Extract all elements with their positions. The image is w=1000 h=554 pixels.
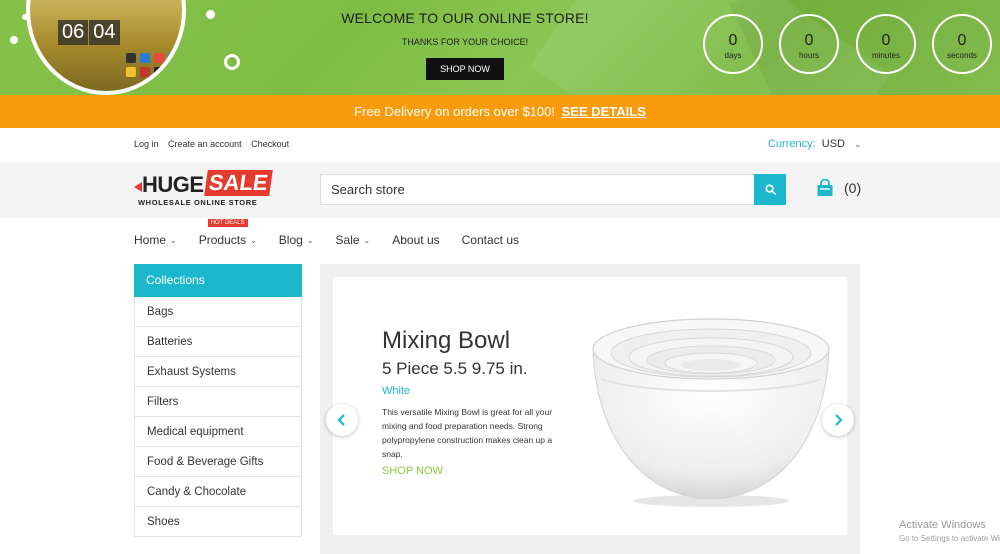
countdown-minutes: 0 minutes <box>856 14 916 74</box>
promo-subtitle: THANKS FOR YOUR CHOICE! <box>401 37 529 47</box>
nav-item-about[interactable]: About us <box>392 233 439 247</box>
checkout-link[interactable]: Checkout <box>251 139 289 149</box>
app-icon <box>168 67 178 77</box>
countdown-hours: 0 hours <box>779 14 839 74</box>
slider-prev-button[interactable] <box>326 404 358 436</box>
collection-item-candy-chocolate[interactable]: Candy & Chocolate <box>135 477 301 507</box>
nav-item-products[interactable]: HOT DEALS Products ⌄ <box>198 219 257 247</box>
delivery-bar: Free Delivery on orders over $100! SEE D… <box>0 95 1000 128</box>
app-icon <box>140 67 150 77</box>
promo-shop-now-button[interactable]: SHOP NOW <box>426 58 504 80</box>
nav-label: About us <box>392 233 440 247</box>
app-icon <box>168 53 178 63</box>
currency-value: USD <box>821 138 845 150</box>
account-links: Log in Create an account Checkout <box>134 139 296 149</box>
promo-phone-image: 06 04 <box>26 0 186 95</box>
collection-item-exhaust-systems[interactable]: Exhaust Systems <box>135 357 301 387</box>
nav-label: Blog <box>278 233 303 247</box>
decor-dot <box>206 10 215 19</box>
promo-banner: 06 04 WELCOME TO OUR ONLINE STORE! THANKS… <box>0 0 1000 95</box>
collection-item-medical-equipment[interactable]: Medical equipment <box>135 417 301 447</box>
slide-subtitle: 5 Piece 5.5 9.75 in. <box>382 359 528 378</box>
nav-item-sale[interactable]: Sale ⌄ <box>336 233 371 247</box>
site-header: HUGE SALE WHOLESALE ONLINE STORE (0) <box>0 162 1000 218</box>
chevron-right-icon <box>835 414 843 426</box>
shopping-bag-icon <box>817 179 833 196</box>
app-icon <box>140 53 150 63</box>
see-details-link[interactable]: SEE DETAILS <box>562 104 646 119</box>
logo-tagline: WHOLESALE ONLINE STORE <box>138 198 258 207</box>
currency-selector[interactable]: Currency: USD ⌄ <box>768 138 862 150</box>
chevron-down-icon: ⌄ <box>854 139 862 149</box>
store-logo[interactable]: HUGE SALE WHOLESALE ONLINE STORE <box>134 170 276 210</box>
hot-deals-badge: HOT DEALS <box>207 219 248 227</box>
create-account-link[interactable]: Create an account <box>168 139 242 149</box>
decor-dot <box>22 14 28 20</box>
collections-sidebar: Collections Bags Batteries Exhaust Syste… <box>134 264 302 537</box>
slide: Mixing Bowl 5 Piece 5.5 9.75 in. White T… <box>326 277 854 535</box>
collection-item-bags[interactable]: Bags <box>135 297 301 327</box>
app-icon <box>126 53 136 63</box>
collection-item-filters[interactable]: Filters <box>135 387 301 417</box>
nav-label: Products <box>198 233 247 247</box>
app-icon <box>126 67 136 77</box>
countdown-seconds: 0 seconds <box>932 14 992 74</box>
slider-next-button[interactable] <box>822 404 854 436</box>
chevron-down-icon: ⌄ <box>306 236 314 245</box>
slide-shop-now-link[interactable]: SHOP NOW <box>382 465 443 477</box>
mixing-bowl-image <box>592 318 830 507</box>
search-button[interactable] <box>754 174 786 205</box>
logo-word-sale: SALE <box>204 170 273 196</box>
windows-watermark: Activate Windows <box>899 519 986 531</box>
decor-ring <box>224 54 240 70</box>
promo-text: WELCOME TO OUR ONLINE STORE! THANKS FOR … <box>300 10 630 80</box>
search-icon <box>764 184 776 195</box>
collections-title: Collections <box>134 264 302 297</box>
nav-item-contact[interactable]: Contact us <box>462 233 519 247</box>
nav-item-home[interactable]: Home ⌄ <box>134 233 177 247</box>
promo-title: WELCOME TO OUR ONLINE STORE! <box>341 10 589 26</box>
collection-item-shoes[interactable]: Shoes <box>135 507 301 537</box>
main-nav: Home ⌄ HOT DEALS Products ⌄ Blog ⌄ Sale ⌄ Ab… <box>134 219 541 247</box>
collections-list: Bags Batteries Exhaust Systems Filters M… <box>134 297 302 537</box>
nav-label: Sale <box>335 233 360 247</box>
search-input[interactable] <box>321 175 755 204</box>
cart-button[interactable]: (0) <box>816 179 861 197</box>
countdown-days: 0 days <box>703 14 763 74</box>
slide-color: White <box>382 385 411 397</box>
logo-arrow-icon <box>134 182 142 192</box>
nav-label: Contact us <box>461 233 519 247</box>
chevron-down-icon: ⌄ <box>170 236 177 245</box>
app-icon <box>154 67 164 77</box>
collection-item-batteries[interactable]: Batteries <box>135 327 301 357</box>
chevron-down-icon: ⌄ <box>363 236 371 245</box>
app-icon <box>154 53 164 63</box>
login-link[interactable]: Log in <box>134 139 159 149</box>
collection-item-food-beverage-gifts[interactable]: Food & Beverage Gifts <box>135 447 301 477</box>
slide-description: This versatile Mixing Bowl is great for … <box>382 407 553 459</box>
hero-slider: Mixing Bowl 5 Piece 5.5 9.75 in. White T… <box>320 264 860 554</box>
nav-item-blog[interactable]: Blog ⌄ <box>279 233 314 247</box>
nav-label: Home <box>134 233 167 247</box>
chevron-down-icon: ⌄ <box>250 236 257 245</box>
search-bar <box>320 174 786 205</box>
delivery-text: Free Delivery on orders over $100! <box>354 104 555 119</box>
currency-label: Currency: <box>768 138 816 150</box>
slide-title: Mixing Bowl <box>382 327 511 354</box>
cart-count: (0) <box>844 180 862 196</box>
phone-clock: 06 04 <box>58 20 121 45</box>
decor-dot <box>10 36 18 44</box>
logo-word-huge: HUGE <box>142 172 204 197</box>
chevron-left-icon <box>337 414 345 426</box>
